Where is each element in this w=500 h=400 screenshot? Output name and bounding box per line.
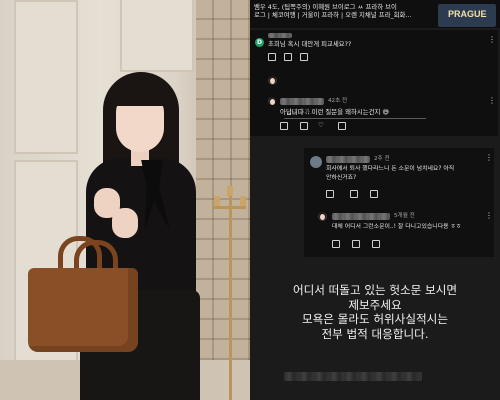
like-icon[interactable] xyxy=(326,190,334,198)
like-icon[interactable] xyxy=(268,53,276,61)
commenter-name-redacted xyxy=(268,33,292,38)
creator-avatar[interactable] xyxy=(268,76,277,85)
reply-time: 5개월 전 xyxy=(394,213,415,219)
creator-name-redacted xyxy=(280,98,324,105)
creator-name-redacted xyxy=(332,213,390,220)
comment-thread-1: D 초희님 혹시 대안게 피교세요?? ⋮ 답글 추가... 42초 전 아닙니… xyxy=(250,30,498,136)
candelabra-arm xyxy=(214,206,246,209)
notice-line-3: 모욕은 몰라도 허위사실적시는 xyxy=(301,312,449,327)
commenter-name-redacted xyxy=(326,156,370,163)
comment-icon[interactable] xyxy=(370,190,378,198)
comment-screenshot-panel: 뱀우 4도, (팁쪽주의) 이혜원 브이로그 ㅆ 프라하 브이 로그 | 체코여… xyxy=(250,0,500,400)
more-icon[interactable]: ⋮ xyxy=(488,97,496,105)
notice-message: 어디서 떠돌고 있는 헛소문 보시면 제보주세요 모욕은 몰라도 허위사실적시는… xyxy=(250,283,500,341)
dislike-icon[interactable] xyxy=(350,190,358,198)
bangs xyxy=(112,84,168,106)
thumbnail-text: PRAGUE xyxy=(448,9,487,19)
comment-text-line1: 회사에서 퇴사 했다라느니 돈 소문이 넘치네요? 아직 xyxy=(326,166,455,172)
brown-handbag xyxy=(28,268,138,352)
dislike-icon[interactable] xyxy=(300,122,308,130)
like-icon[interactable] xyxy=(332,240,340,248)
comment-icon[interactable] xyxy=(338,122,346,130)
comment-time: 2주 전 xyxy=(374,156,390,162)
comment-text: 초희님 혹시 대안게 피교세요?? xyxy=(268,40,352,48)
more-icon[interactable]: ⋮ xyxy=(488,36,496,44)
comment-icon[interactable] xyxy=(372,240,380,248)
comment-thread-2: 2주 전 회사에서 퇴사 했다라느니 돈 소문이 넘치네요? 아직 안하신거죠?… xyxy=(304,148,494,257)
notice-line-1: 어디서 떠돌고 있는 헛소문 보시면 xyxy=(292,283,458,297)
notice-line-4: 전부 법적 대응합니다. xyxy=(321,326,429,341)
more-icon[interactable]: ⋮ xyxy=(485,212,493,220)
dislike-icon[interactable] xyxy=(284,53,292,61)
creator-avatar[interactable] xyxy=(318,212,327,221)
candelabra-stem xyxy=(229,190,232,400)
wall-panel-middle xyxy=(120,0,194,72)
creator-avatar[interactable] xyxy=(268,97,276,105)
commenter-avatar[interactable] xyxy=(310,156,322,168)
wall-panel-left xyxy=(14,0,78,154)
redacted-footer xyxy=(284,372,422,381)
hand-right xyxy=(112,208,138,238)
notice-line-2: 제보주세요 xyxy=(348,297,402,312)
comment-text-line2: 안하신거죠? xyxy=(326,175,357,181)
video-thumbnail[interactable]: PRAGUE xyxy=(438,4,496,27)
video-title: 뱀우 4도, (팁쪽주의) 이혜원 브이로그 ㅆ 프라하 브이 로그 | 체코여… xyxy=(254,3,412,19)
commenter-avatar[interactable]: D xyxy=(255,38,264,47)
candelabra-cup xyxy=(227,186,233,196)
candelabra-cup xyxy=(240,196,246,206)
more-icon[interactable]: ⋮ xyxy=(485,154,493,162)
comment-icon[interactable] xyxy=(300,53,308,61)
reply-time: 42초 전 xyxy=(328,98,348,104)
candelabra-cup xyxy=(214,196,220,206)
reply-text: 아닙니다 .. 이런 질문을 왜하시는건지 😅 xyxy=(280,108,390,116)
dislike-icon[interactable] xyxy=(352,240,360,248)
reply-text: 대체 어디서 그런소문이..! 잘 다니고있습니다용 ㅎㅎ xyxy=(332,224,462,230)
like-icon[interactable] xyxy=(280,122,288,130)
heart-icon[interactable]: ♡ xyxy=(318,121,324,129)
candelabra xyxy=(214,170,246,400)
portrait-photo xyxy=(0,0,250,400)
avatar-initial: D xyxy=(257,39,262,46)
video-header[interactable]: 뱀우 4도, (팁쪽주의) 이혜원 브이로그 ㅆ 프라하 브이 로그 | 체코여… xyxy=(250,0,500,28)
